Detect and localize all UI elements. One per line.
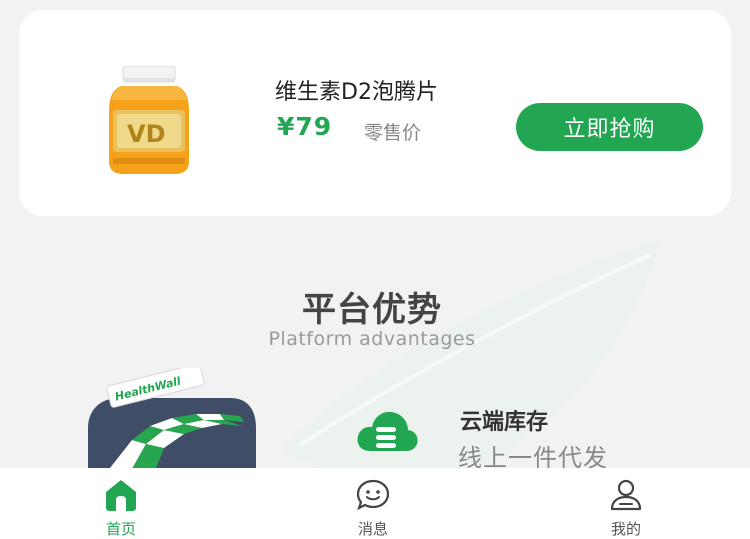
price-type-label: 零售价 <box>364 122 422 144</box>
buy-now-button[interactable]: 立即抢购 <box>516 103 703 151</box>
svg-text:VD: VD <box>127 120 166 148</box>
tab-profile[interactable]: 我的 <box>566 468 686 539</box>
tab-home[interactable]: 首页 <box>61 468 181 539</box>
user-icon <box>610 479 642 511</box>
tab-home-label: 首页 <box>105 520 136 538</box>
section-subtitle: Platform advantages <box>268 328 476 350</box>
chat-icon <box>356 479 390 511</box>
tab-messages[interactable]: 消息 <box>313 468 433 539</box>
product-name: 维生素D2泡腾片 <box>275 80 438 105</box>
tab-profile-label: 我的 <box>610 520 641 538</box>
bottom-tab-bar: 首页 消息 我的 <box>0 468 750 539</box>
feature-title: 云端库存 <box>460 410 549 435</box>
home-icon <box>106 480 136 511</box>
product-card[interactable]: VD 维生素D2泡腾片 ¥79 零售价 立即抢购 <box>19 10 731 216</box>
tab-messages-label: 消息 <box>357 520 388 538</box>
vitamin-bottle-icon: VD <box>109 66 189 174</box>
cloud-stack-icon <box>357 411 418 451</box>
storefront-illustration: HealthWall <box>88 368 256 478</box>
product-price: ¥79 <box>277 112 333 141</box>
section-title: 平台优势 <box>302 290 442 330</box>
